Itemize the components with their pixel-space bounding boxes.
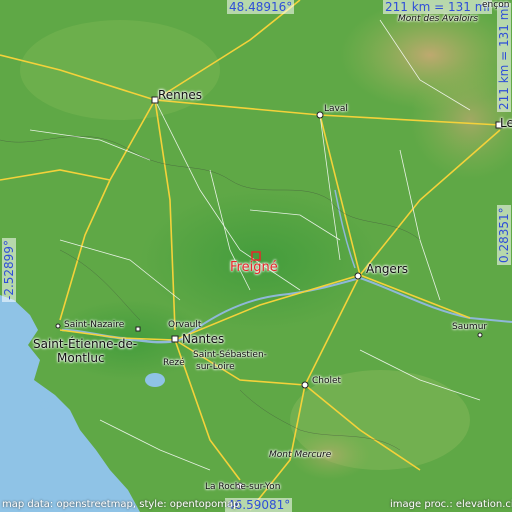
city-label-laval: Laval [324,104,348,114]
attribution-image-proc: image proc.: elevation.city [390,499,512,510]
place-label-target: Freigné [230,260,278,275]
city-label-saint-etienne-1: Saint-Étienne-de- [33,337,138,351]
peak-label-mont-avaloirs: Mont des Avaloirs [398,14,479,24]
city-label-saint-etienne-2: Montluc [57,351,105,365]
city-label-la-roche-sur-yon: La Roche-sur-Yon [205,482,281,492]
city-label-orvault: Orvault [168,320,202,330]
peak-label-mont-mercure: Mont Mercure [269,450,332,460]
city-label-rennes: Rennes [158,88,203,102]
scale-bar-right: 211 km = 131 mi [497,3,511,112]
attribution-map-data: map data: openstreetmap, style: opentopo… [2,499,240,510]
city-label-reze: Rezé [163,358,185,368]
city-label-saint-nazaire: Saint-Nazaire [64,320,125,330]
city-label-alencon: ençon [482,0,510,10]
city-label-saint-sebastien-1: Saint-Sébastien- [193,350,267,360]
west-coordinate: -2.52899° [2,238,16,302]
city-label-cholet: Cholet [312,376,342,386]
north-coordinate: 48.48916° [227,0,295,14]
city-label-le: Le [500,116,512,130]
map-view[interactable]: 48.48916° 46.59081° -2.52899° 0.28351° 2… [0,0,512,512]
city-label-saumur: Saumur [452,322,488,332]
terrain-layer [0,0,512,512]
east-coordinate: 0.28351° [497,205,511,265]
city-label-nantes: Nantes [182,332,225,346]
city-label-saint-sebastien-2: sur-Loire [196,362,235,372]
city-label-angers: Angers [366,262,408,276]
scale-bar-top: 211 km = 131 mi [383,0,492,14]
